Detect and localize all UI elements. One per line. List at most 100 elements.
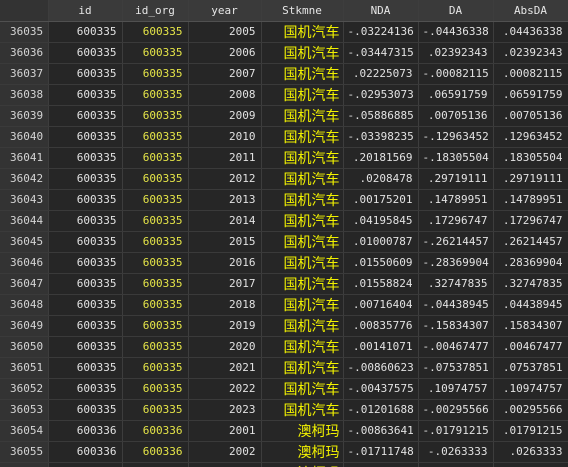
cell-stkmne[interactable]: 澳柯玛 xyxy=(261,441,344,463)
cell-id_org[interactable]: 600335 xyxy=(122,336,189,358)
table-row[interactable]: 36045 600335 600335 2015 国机汽车 .01000787 -.2621… xyxy=(0,231,568,253)
cell-da[interactable]: .10974757 xyxy=(418,378,494,400)
cell-id_org[interactable]: 600335 xyxy=(122,21,189,43)
cell-stkmne[interactable]: 国机汽车 xyxy=(261,252,344,274)
row-number[interactable]: 36036 xyxy=(0,42,49,64)
cell-absda[interactable]: .02563101 xyxy=(493,462,568,467)
cell-id[interactable]: 600336 xyxy=(48,420,123,442)
cell-nda[interactable]: .00716404 xyxy=(343,294,419,316)
cell-id[interactable]: 600335 xyxy=(48,399,123,421)
cell-nda[interactable]: .01558824 xyxy=(343,273,419,295)
cell-nda[interactable]: -.03398235 xyxy=(343,126,419,148)
cell-id_org[interactable]: 600335 xyxy=(122,231,189,253)
column-header-id_org[interactable]: id_org xyxy=(122,0,189,22)
cell-stkmne[interactable]: 国机汽车 xyxy=(261,168,344,190)
cell-nda[interactable]: -.01124515 xyxy=(343,462,419,467)
cell-da[interactable]: -.04438945 xyxy=(418,294,494,316)
cell-id_org[interactable]: 600336 xyxy=(122,462,189,467)
cell-da[interactable]: .00705136 xyxy=(418,105,494,127)
cell-id_org[interactable]: 600335 xyxy=(122,189,189,211)
cell-absda[interactable]: .07537851 xyxy=(493,357,568,379)
table-row[interactable]: 36042 600335 600335 2012 国机汽车 .0208478.297191… xyxy=(0,168,568,190)
cell-id_org[interactable]: 600335 xyxy=(122,210,189,232)
cell-da[interactable]: .14789951 xyxy=(418,189,494,211)
cell-absda[interactable]: .00295566 xyxy=(493,399,568,421)
cell-stkmne[interactable]: 国机汽车 xyxy=(261,147,344,169)
row-number[interactable]: 36050 xyxy=(0,336,49,358)
cell-nda[interactable]: .00141071 xyxy=(343,336,419,358)
cell-id_org[interactable]: 600335 xyxy=(122,42,189,64)
cell-da[interactable]: .02392343 xyxy=(418,42,494,64)
cell-id[interactable]: 600335 xyxy=(48,378,123,400)
cell-id[interactable]: 600335 xyxy=(48,168,123,190)
cell-stkmne[interactable]: 国机汽车 xyxy=(261,399,344,421)
row-number[interactable]: 36044 xyxy=(0,210,49,232)
cell-nda[interactable]: -.00437575 xyxy=(343,378,419,400)
cell-stkmne[interactable]: 国机汽车 xyxy=(261,210,344,232)
cell-year[interactable]: 2011 xyxy=(188,147,262,169)
cell-year[interactable]: 2018 xyxy=(188,294,262,316)
cell-nda[interactable]: .0208478 xyxy=(343,168,419,190)
table-row[interactable]: 36052 600335 600335 2022 国机汽车 -.00437575.1097… xyxy=(0,378,568,400)
cell-stkmne[interactable]: 国机汽车 xyxy=(261,63,344,85)
cell-absda[interactable]: .15834307 xyxy=(493,315,568,337)
cell-id[interactable]: 600335 xyxy=(48,357,123,379)
cell-stkmne[interactable]: 国机汽车 xyxy=(261,21,344,43)
cell-id[interactable]: 600335 xyxy=(48,63,123,85)
cell-id_org[interactable]: 600335 xyxy=(122,168,189,190)
table-row[interactable]: 36036 600335 600335 2006 国机汽车 -.03447315.0239… xyxy=(0,42,568,64)
cell-id[interactable]: 600336 xyxy=(48,462,123,467)
cell-id[interactable]: 600335 xyxy=(48,210,123,232)
table-row[interactable]: 36038 600335 600335 2008 国机汽车 -.02953073.0659… xyxy=(0,84,568,106)
cell-nda[interactable]: -.00860623 xyxy=(343,357,419,379)
cell-stkmne[interactable]: 国机汽车 xyxy=(261,105,344,127)
cell-id[interactable]: 600335 xyxy=(48,189,123,211)
cell-nda[interactable]: .01550609 xyxy=(343,252,419,274)
cell-year[interactable]: 2005 xyxy=(188,21,262,43)
cell-da[interactable]: -.18305504 xyxy=(418,147,494,169)
row-number[interactable]: 36047 xyxy=(0,273,49,295)
cell-absda[interactable]: .00082115 xyxy=(493,63,568,85)
cell-year[interactable]: 2006 xyxy=(188,42,262,64)
cell-nda[interactable]: .01000787 xyxy=(343,231,419,253)
cell-da[interactable]: -.00082115 xyxy=(418,63,494,85)
cell-absda[interactable]: .28369904 xyxy=(493,252,568,274)
cell-year[interactable]: 2007 xyxy=(188,63,262,85)
cell-id_org[interactable]: 600335 xyxy=(122,63,189,85)
cell-absda[interactable]: .01791215 xyxy=(493,420,568,442)
cell-year[interactable]: 2023 xyxy=(188,399,262,421)
table-row[interactable]: 36051 600335 600335 2021 国机汽车 -.00860623 -.075… xyxy=(0,357,568,379)
cell-id_org[interactable]: 600335 xyxy=(122,252,189,274)
cell-da[interactable]: -.15834307 xyxy=(418,315,494,337)
row-number[interactable]: 36042 xyxy=(0,168,49,190)
cell-nda[interactable]: .20181569 xyxy=(343,147,419,169)
cell-year[interactable]: 2021 xyxy=(188,357,262,379)
cell-absda[interactable]: .02392343 xyxy=(493,42,568,64)
cell-stkmne[interactable]: 国机汽车 xyxy=(261,231,344,253)
row-number[interactable]: 36038 xyxy=(0,84,49,106)
cell-stkmne[interactable]: 国机汽车 xyxy=(261,378,344,400)
cell-absda[interactable]: .32747835 xyxy=(493,273,568,295)
table-row[interactable]: 36041 600335 600335 2011 国机汽车 .20181569 -.1830… xyxy=(0,147,568,169)
cell-year[interactable]: 2014 xyxy=(188,210,262,232)
cell-absda[interactable]: .04436338 xyxy=(493,21,568,43)
cell-id[interactable]: 600335 xyxy=(48,84,123,106)
cell-nda[interactable]: -.03447315 xyxy=(343,42,419,64)
cell-year[interactable]: 2012 xyxy=(188,168,262,190)
table-row[interactable]: 36035 600335 600335 2005 国机汽车 -.03224136 -.044… xyxy=(0,21,568,43)
cell-da[interactable]: -.00467477 xyxy=(418,336,494,358)
table-row[interactable]: 36049 600335 600335 2019 国机汽车 .00835776 -.1583… xyxy=(0,315,568,337)
row-number[interactable]: 36051 xyxy=(0,357,49,379)
cell-absda[interactable]: .14789951 xyxy=(493,189,568,211)
cell-id_org[interactable]: 600336 xyxy=(122,420,189,442)
cell-id[interactable]: 600336 xyxy=(48,441,123,463)
cell-year[interactable]: 2013 xyxy=(188,189,262,211)
data-editor-grid[interactable]: id id_org year Stkmne NDA DA AbsDA 36035… xyxy=(0,0,568,467)
row-number[interactable]: 36041 xyxy=(0,147,49,169)
row-number[interactable]: 36054 xyxy=(0,420,49,442)
cell-id_org[interactable]: 600335 xyxy=(122,105,189,127)
cell-id_org[interactable]: 600336 xyxy=(122,441,189,463)
cell-stkmne[interactable]: 澳柯玛 xyxy=(261,462,344,467)
table-row[interactable]: 36047 600335 600335 2017 国机汽车 .01558824.32747… xyxy=(0,273,568,295)
cell-da[interactable]: .02563101 xyxy=(418,462,494,467)
